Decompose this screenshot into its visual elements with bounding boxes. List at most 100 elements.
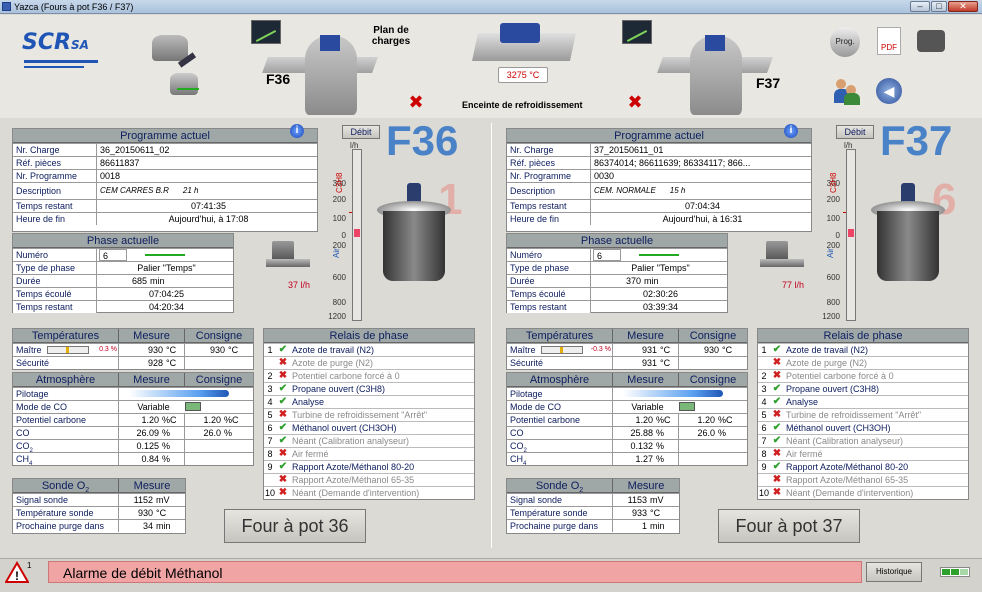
mode-co-toggle[interactable]	[679, 402, 695, 411]
relay-row[interactable]: ✖ Azote de purge (N2)	[758, 356, 968, 369]
co-consigne: 26.0	[697, 428, 715, 438]
chart-icon-f37[interactable]	[622, 20, 652, 44]
pdf-icon[interactable]: PDF	[877, 27, 901, 55]
chart-icon[interactable]	[251, 20, 281, 44]
minimize-button[interactable]: –	[910, 1, 930, 12]
flowmeter-image[interactable]	[266, 237, 310, 273]
temp-sonde-value: 933	[631, 508, 647, 518]
relay-row[interactable]: 4 ✔ Analyse	[264, 395, 474, 408]
info-icon[interactable]: i	[290, 124, 304, 138]
relay-number	[264, 474, 276, 486]
pilotage-label: Pilotage	[13, 388, 119, 400]
check-icon: ✔	[772, 344, 782, 355]
furnace-small-icon[interactable]	[152, 35, 188, 61]
f37-panel: Programme actuel Nr. Charge 37_20150611_0…	[494, 117, 982, 545]
relay-row[interactable]: 6 ✔ Méthanol ouvert (CH3OH)	[264, 421, 474, 434]
four-a-pot-button[interactable]: Four à pot 36	[224, 509, 366, 543]
atm-mesure-header: Mesure	[119, 373, 185, 386]
atmosphere-header: Atmosphère	[13, 373, 119, 386]
relay-row[interactable]: 5 ✖ Turbine de refroidissement "Arrêt"	[758, 408, 968, 421]
temp-mesure-header: Mesure	[613, 329, 679, 342]
relay-row[interactable]: ✖ Azote de purge (N2)	[264, 356, 474, 369]
phase-actuelle-box: Phase actuelle Numéro 6 Type de phase Pali…	[506, 233, 728, 313]
sonde-o2-box: Sonde O2 Mesure Signal sonde 1152 mV Tempé…	[12, 478, 186, 534]
phase-actuelle-header: Phase actuelle	[13, 234, 233, 248]
phase-actuelle-box: Phase actuelle Numéro 6 Type de phase Pali…	[12, 233, 234, 313]
relay-row[interactable]: 9 ✔ Rapport Azote/Méthanol 80-20	[264, 460, 474, 473]
info-icon[interactable]: i	[784, 124, 798, 138]
phase-progress-line	[639, 254, 679, 256]
relay-row[interactable]: 8 ✖ Air fermé	[264, 447, 474, 460]
pilotage-slider[interactable]	[623, 390, 723, 397]
relay-row[interactable]: 2 ✖ Potentiel carbone forcé à 0	[264, 369, 474, 382]
back-arrow-icon[interactable]: ◀	[876, 78, 902, 104]
relay-label: Air fermé	[786, 449, 823, 459]
warning-icon[interactable]: !	[5, 561, 29, 583]
relay-label: Méthanol ouvert (CH3OH)	[292, 423, 397, 433]
relay-row[interactable]: 6 ✔ Méthanol ouvert (CH3OH)	[758, 421, 968, 434]
pot-furnace-image[interactable]	[871, 183, 945, 283]
air-axis-label: Air	[332, 248, 341, 258]
relay-row[interactable]: ✖ Rapport Azote/Méthanol 65-35	[758, 473, 968, 486]
atm-consigne-header: Consigne	[195, 374, 243, 386]
mode-co-toggle[interactable]	[185, 402, 201, 411]
close-button[interactable]: ✕	[948, 1, 978, 12]
plan-de-charges-label[interactable]: Plan de charges	[366, 25, 416, 47]
debit-button[interactable]: Débit	[836, 125, 874, 139]
relay-row[interactable]: 7 ✔ Néant (Calibration analyseur)	[758, 434, 968, 447]
heure-fin-label: Heure de fin	[13, 213, 97, 225]
relay-row[interactable]: 5 ✖ Turbine de refroidissement "Arrêt"	[264, 408, 474, 421]
f37-motor	[705, 35, 725, 51]
relay-number: 10	[264, 488, 275, 498]
programme-actuel-box: Programme actuel Nr. Charge 37_20150611_0…	[506, 128, 812, 232]
furnace-small-icon-2[interactable]	[170, 73, 198, 95]
cross-icon: ✖	[278, 474, 288, 485]
relay-number: 7	[267, 436, 273, 446]
relay-row[interactable]: 1 ✔ Azote de travail (N2)	[264, 343, 474, 356]
relay-row[interactable]: 1 ✔ Azote de travail (N2)	[758, 343, 968, 356]
relay-row[interactable]: ✖ Rapport Azote/Méthanol 65-35	[264, 473, 474, 486]
debit-button[interactable]: Débit	[342, 125, 380, 139]
f37-header-label[interactable]: F37	[756, 75, 780, 91]
relay-row[interactable]: 2 ✖ Potentiel carbone forcé à 0	[758, 369, 968, 382]
ref-pieces-value: 86374014; 86611639; 86334117; 866...	[594, 158, 751, 168]
relay-number: 9	[761, 462, 767, 472]
relay-row[interactable]: 7 ✔ Néant (Calibration analyseur)	[264, 434, 474, 447]
nr-charge-label: Nr. Charge	[13, 144, 97, 156]
cross-icon: ✖	[278, 487, 288, 498]
relay-row[interactable]: 3 ✔ Propane ouvert (C3H8)	[758, 382, 968, 395]
pilotage-slider[interactable]	[129, 390, 229, 397]
maximize-button[interactable]: □	[931, 1, 947, 12]
relay-row[interactable]: 10 ✖ Néant (Demande d'intervention)	[758, 486, 968, 499]
tick-200: 200	[332, 195, 346, 204]
historique-button[interactable]: Historique	[866, 562, 922, 582]
relay-row[interactable]: 9 ✔ Rapport Azote/Méthanol 80-20	[758, 460, 968, 473]
users-icon[interactable]	[834, 77, 860, 105]
temp-mesure-header: Mesure	[119, 329, 185, 342]
camera-icon[interactable]	[917, 30, 945, 52]
sonde-header: Sonde O2	[13, 479, 119, 494]
maitre-deviation-bar	[541, 346, 583, 354]
temps-ecoule-label: Temps écoulé	[13, 288, 97, 300]
programs-icon[interactable]: Prog.	[830, 27, 860, 57]
relay-row[interactable]: 3 ✔ Propane ouvert (C3H8)	[264, 382, 474, 395]
potentiel-mesure: 1.20	[141, 415, 159, 425]
panel-separator	[491, 123, 492, 548]
relay-row[interactable]: 10 ✖ Néant (Demande d'intervention)	[264, 486, 474, 499]
alarm-message[interactable]: Alarme de débit Méthanol	[48, 561, 862, 583]
pot-furnace-image[interactable]	[377, 183, 451, 283]
signal-label: Signal sonde	[13, 494, 119, 506]
relay-row[interactable]: 8 ✖ Air fermé	[758, 447, 968, 460]
relay-number: 3	[267, 384, 273, 394]
atm-consigne-header: Consigne	[689, 374, 737, 386]
flowmeter-image[interactable]	[760, 237, 804, 273]
mode-co-value[interactable]: Variable	[613, 401, 679, 413]
f36-header-label[interactable]: F36	[266, 71, 290, 87]
nr-programme-label: Nr. Programme	[507, 170, 591, 182]
mode-co-value[interactable]: Variable	[119, 401, 185, 413]
four-a-pot-button[interactable]: Four à pot 37	[718, 509, 860, 543]
f37-tools-icon[interactable]: ✖	[624, 91, 646, 113]
relay-row[interactable]: 4 ✔ Analyse	[758, 395, 968, 408]
co-mesure-unit: %	[653, 427, 679, 439]
f36-tools-icon[interactable]: ✖	[405, 91, 427, 113]
